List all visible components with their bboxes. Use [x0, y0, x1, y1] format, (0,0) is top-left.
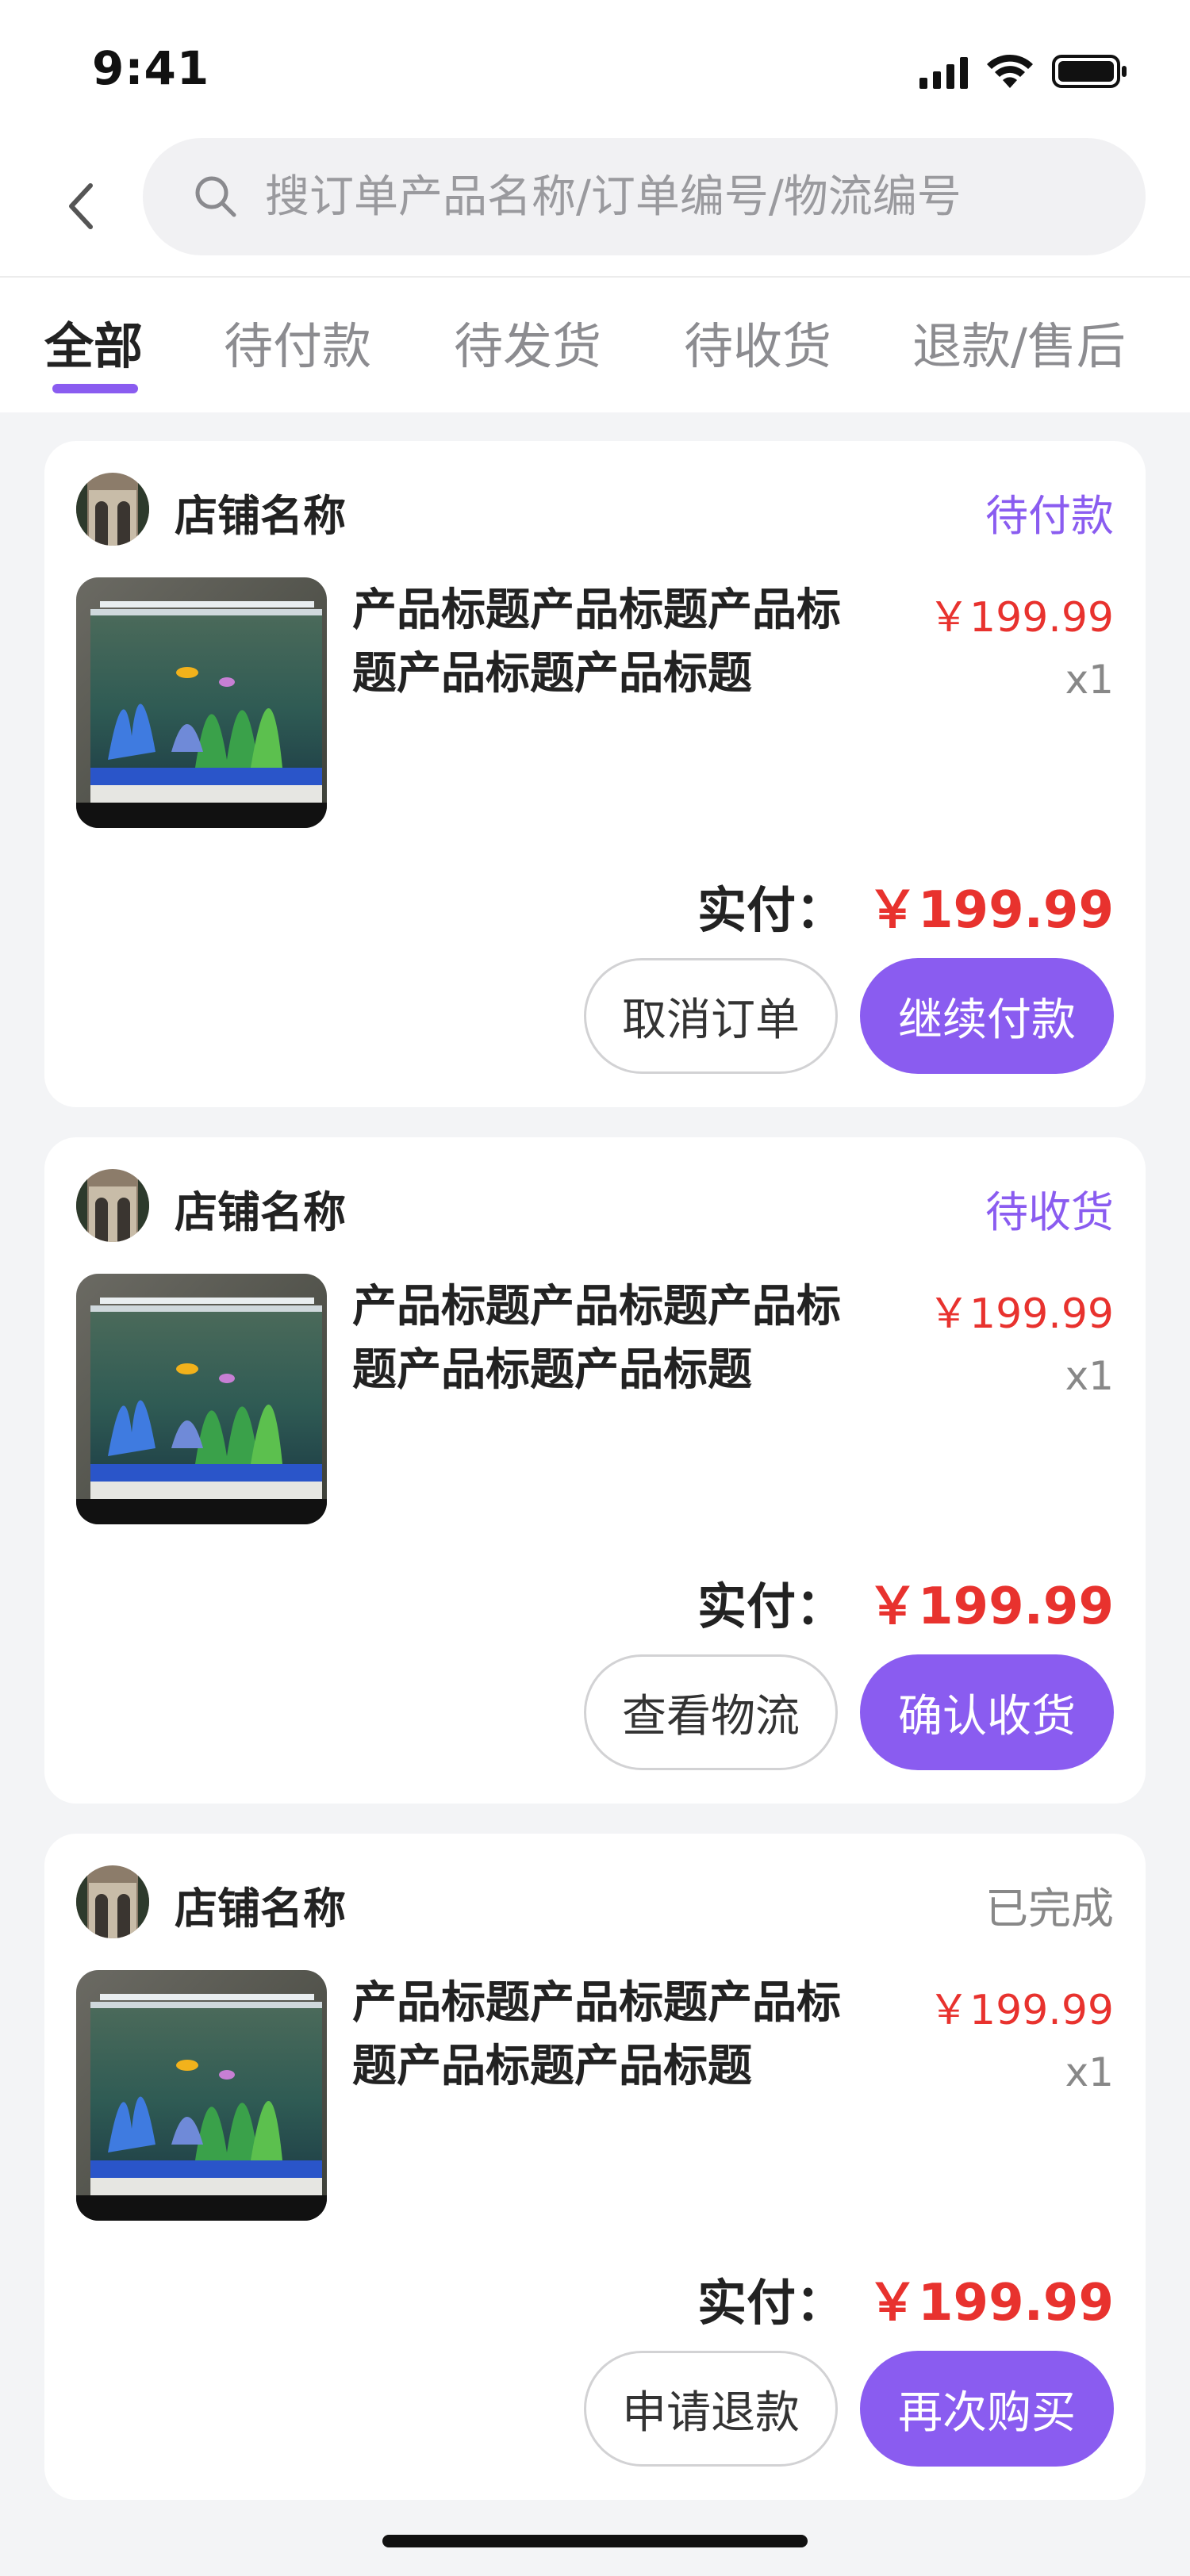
search-input[interactable] — [265, 171, 1106, 223]
tab-refund-aftersale[interactable]: 退款/售后 — [912, 306, 1126, 378]
tab-pending-receipt[interactable]: 待收货 — [684, 306, 831, 378]
search-row — [0, 135, 1190, 278]
status-time: 9:41 — [92, 41, 210, 95]
order-card[interactable]: 店铺名称 已完成 产品标题产品标题产品标题产品标题产品标题 ￥199.99 x1… — [44, 1834, 1146, 2500]
back-button[interactable] — [57, 171, 105, 241]
request-refund-button[interactable]: 申请退款 — [584, 2351, 838, 2467]
total-value: ￥199.99 — [867, 1577, 1114, 1636]
cancel-order-button[interactable]: 取消订单 — [584, 958, 838, 1074]
product-quantity: x1 — [1065, 2049, 1114, 2095]
shop-avatar[interactable] — [76, 473, 149, 546]
order-total: 实付： ￥199.99 — [697, 869, 1114, 942]
status-icons — [919, 51, 1128, 92]
status-bar: 9:41 — [0, 0, 1190, 135]
order-card[interactable]: 店铺名称 待付款 产品标题产品标题产品标题产品标题产品标题 ￥199.99 x1… — [44, 441, 1146, 1107]
active-tab-indicator — [52, 384, 138, 393]
total-label: 实付： — [697, 1577, 846, 1635]
total-label: 实付： — [697, 881, 846, 939]
continue-payment-button[interactable]: 继续付款 — [860, 958, 1114, 1074]
product-title[interactable]: 产品标题产品标题产品标题产品标题产品标题 — [352, 579, 860, 706]
product-image[interactable] — [76, 577, 327, 828]
buy-again-button[interactable]: 再次购买 — [860, 2351, 1114, 2467]
search-icon — [192, 173, 240, 220]
order-status: 待付款 — [985, 491, 1114, 541]
confirm-receipt-button[interactable]: 确认收货 — [860, 1654, 1114, 1770]
order-status: 已完成 — [985, 1884, 1114, 1934]
total-label: 实付： — [697, 2274, 846, 2332]
product-image[interactable] — [76, 1970, 327, 2221]
product-price: ￥199.99 — [928, 594, 1114, 642]
header-area: 9:41 搜订单产品名称/订单编号/物流编号 全部 待付款 待发货 待收货 退款… — [0, 0, 1190, 412]
tab-pending-payment[interactable]: 待付款 — [224, 306, 371, 378]
view-logistics-button[interactable]: 查看物流 — [584, 1654, 838, 1770]
shop-avatar[interactable] — [76, 1865, 149, 1938]
product-price: ￥199.99 — [928, 1987, 1114, 2034]
order-tabs: 全部 待付款 待发货 待收货 退款/售后 — [0, 279, 1190, 412]
total-value: ￥199.99 — [867, 881, 1114, 940]
battery-icon — [1052, 55, 1127, 88]
order-total: 实付： ￥199.99 — [697, 2262, 1114, 2335]
chevron-left-icon — [69, 183, 93, 229]
product-image[interactable] — [76, 1274, 327, 1524]
total-value: ￥199.99 — [867, 2274, 1114, 2333]
wifi-icon — [987, 54, 1033, 88]
cellular-signal-icon — [919, 54, 968, 89]
order-status: 待收货 — [985, 1187, 1114, 1237]
shop-name[interactable]: 店铺名称 — [175, 1177, 346, 1240]
shop-avatar[interactable] — [76, 1169, 149, 1242]
tab-pending-shipment[interactable]: 待发货 — [454, 306, 601, 378]
product-quantity: x1 — [1065, 657, 1114, 703]
product-title[interactable]: 产品标题产品标题产品标题产品标题产品标题 — [352, 1972, 860, 2099]
tab-all[interactable]: 全部 — [44, 306, 143, 378]
product-price: ￥199.99 — [928, 1290, 1114, 1338]
product-quantity: x1 — [1065, 1353, 1114, 1399]
shop-name[interactable]: 店铺名称 — [175, 481, 346, 543]
product-title[interactable]: 产品标题产品标题产品标题产品标题产品标题 — [352, 1275, 860, 1402]
order-card[interactable]: 店铺名称 待收货 产品标题产品标题产品标题产品标题产品标题 ￥199.99 x1… — [44, 1137, 1146, 1804]
order-total: 实付： ￥199.99 — [697, 1566, 1114, 1639]
search-bar[interactable] — [143, 138, 1146, 255]
shop-name[interactable]: 店铺名称 — [175, 1873, 346, 1936]
home-indicator — [382, 2535, 808, 2547]
